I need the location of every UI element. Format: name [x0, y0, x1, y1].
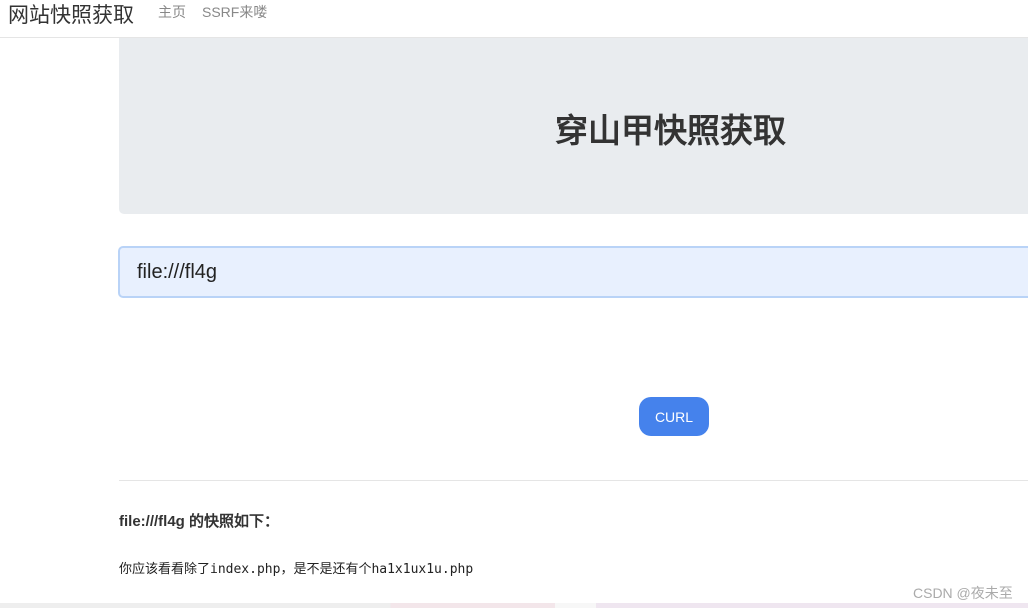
jumbotron: 穿山甲快照获取 — [119, 38, 1028, 214]
brand-link[interactable]: 网站快照获取 — [8, 0, 134, 29]
result-body: 你应该看看除了index.php，是不是还有个ha1x1ux1u.php — [119, 562, 474, 577]
watermark: CSDN @夜未至 — [913, 585, 1013, 601]
url-input[interactable] — [118, 246, 1028, 298]
page-title: 穿山甲快照获取 — [555, 112, 786, 149]
divider — [119, 480, 1028, 481]
bottom-strip — [0, 603, 1028, 608]
navbar: 网站快照获取 主页 SSRF来喽 — [0, 0, 1028, 38]
nav-link-ssrf[interactable]: SSRF来喽 — [202, 2, 267, 22]
nav-link-home[interactable]: 主页 — [158, 2, 186, 22]
curl-button[interactable]: CURL — [639, 397, 709, 436]
result-title: file:///fl4g 的快照如下： — [119, 513, 280, 530]
